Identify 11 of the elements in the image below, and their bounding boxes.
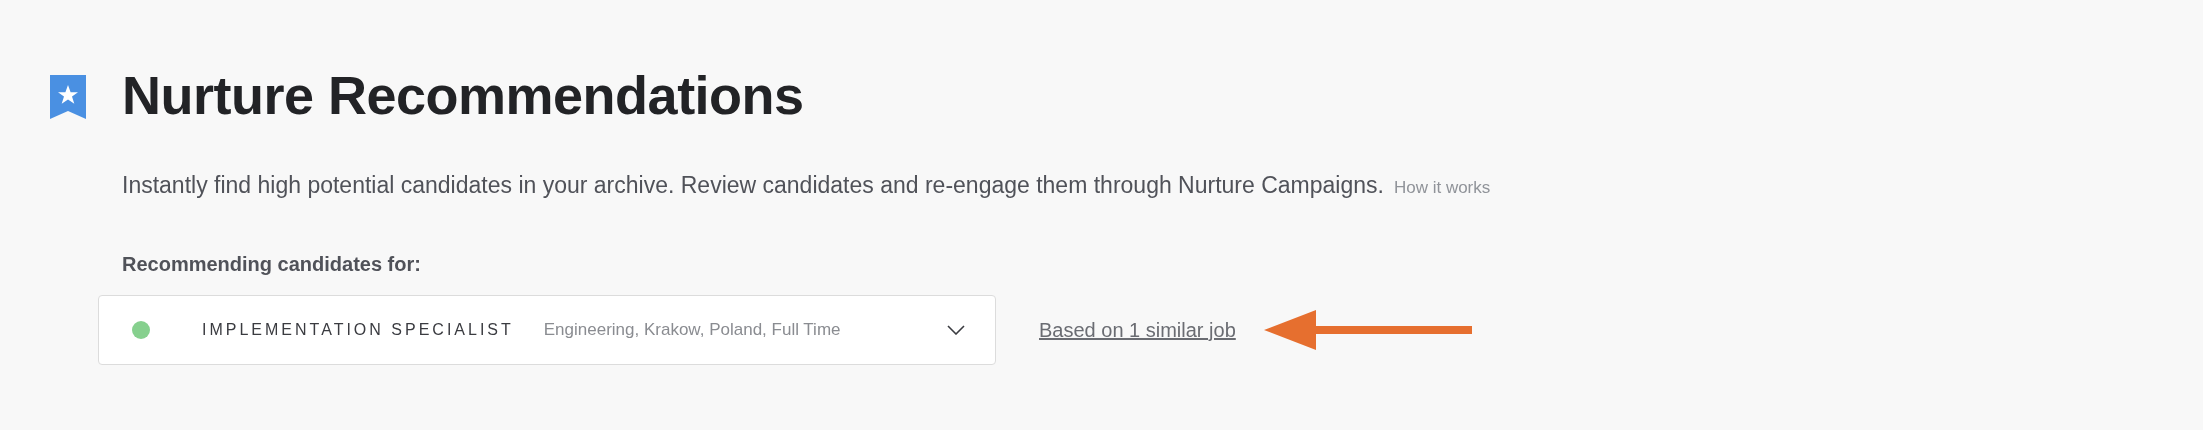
chevron-down-icon xyxy=(947,324,965,335)
page-title: Nurture Recommendations xyxy=(122,64,805,127)
arrow-icon xyxy=(1263,309,1472,350)
job-title: IMPLEMENTATION SPECIALIST xyxy=(202,319,514,340)
page-description: Instantly find high potential candidates in your archive. Review candidates and re-engage them through Nurture Campaigns. xyxy=(122,171,1384,200)
section-label: Recommending candidates for: xyxy=(122,251,422,277)
job-details: Engineering, Krakow, Poland, Full Time xyxy=(543,318,841,341)
bookmark-star-icon xyxy=(50,75,86,119)
similar-job-link[interactable]: Based on 1 similar job xyxy=(1039,314,1236,345)
how-it-works-link[interactable]: How it works xyxy=(1393,175,1491,201)
job-select[interactable]: IMPLEMENTATION SPECIALIST Engineering, Krakow, Poland, Full Time xyxy=(98,294,996,365)
